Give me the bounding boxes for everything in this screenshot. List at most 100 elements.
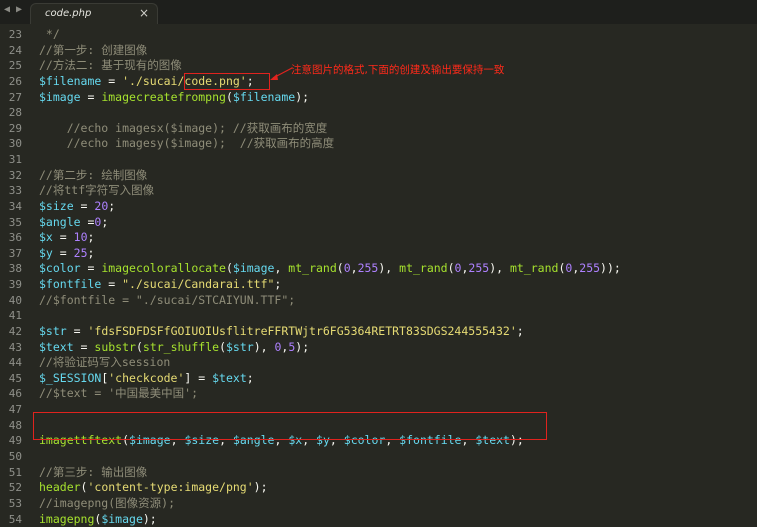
- code-token: //将验证码写入session: [39, 355, 171, 370]
- code-text: //echo imagesx($image); //获取画布的宽度: [39, 120, 328, 136]
- tab-bar: ◀ ▶ code.php ×: [0, 0, 757, 24]
- code-token: (: [447, 261, 455, 276]
- code-token: 255: [357, 261, 379, 276]
- code-text: //第一步: 创建图像: [39, 43, 147, 58]
- nav-back-icon[interactable]: ◀: [4, 4, 10, 15]
- code-token: =: [73, 339, 95, 354]
- code-token: mt_rand: [509, 261, 559, 276]
- nav-forward-icon[interactable]: ▶: [16, 4, 22, 15]
- code-token: 10: [73, 230, 88, 245]
- code-line: 46 //$text = '中国最美中国';: [0, 386, 757, 401]
- code-token: (: [336, 261, 344, 276]
- line-number: 40: [8, 293, 22, 307]
- line-number: 26: [8, 74, 22, 88]
- code-line: 24 //第一步: 创建图像: [0, 43, 757, 58]
- code-token: ,: [274, 261, 289, 276]
- code-token: 0: [343, 261, 351, 276]
- code-token: =: [101, 277, 123, 292]
- code-line: 32 //第二步: 绘制图像: [0, 168, 757, 183]
- code-text: */: [39, 27, 60, 42]
- code-token: 'checkcode': [108, 370, 185, 385]
- line-number: 41: [8, 309, 22, 323]
- code-line: 31: [0, 152, 757, 167]
- code-text: //$text = '中国最美中国';: [39, 386, 198, 401]
- code-token: =: [66, 323, 88, 338]
- code-text: $color = imagecolorallocate($image, mt_r…: [39, 261, 621, 276]
- code-token: $str: [39, 323, 67, 338]
- code-token: //$fontfile = "./sucai/STCAIYUN.TTF";: [39, 292, 296, 307]
- code-token: =: [101, 73, 123, 88]
- line-number: 49: [8, 434, 22, 448]
- line-number: 39: [8, 278, 22, 292]
- code-token: ;: [246, 370, 254, 385]
- code-token: //第二步: 绘制图像: [39, 167, 148, 182]
- code-token: $x: [39, 230, 53, 245]
- code-token: $image: [101, 511, 143, 526]
- line-number: 23: [8, 28, 22, 41]
- line-number: 38: [8, 262, 22, 276]
- line-number: 53: [8, 496, 22, 510]
- line-number: 46: [8, 387, 22, 401]
- code-token: mt_rand: [399, 261, 448, 276]
- code-text: //imagepng(图像资源);: [39, 496, 175, 511]
- code-token: */: [39, 27, 60, 41]
- code-token: //echo imagesx($image); //获取画布的宽度: [39, 120, 328, 135]
- line-number: 32: [8, 168, 22, 182]
- line-number: 27: [8, 90, 22, 104]
- code-text: $text = substr(str_shuffle($str), 0,5);: [39, 340, 309, 355]
- code-token: mt_rand: [288, 261, 337, 276]
- code-line: 44 //将验证码写入session: [0, 355, 757, 370]
- code-token: imagepng: [39, 511, 95, 526]
- code-line: 28: [0, 105, 757, 120]
- tab-code-php[interactable]: code.php ×: [30, 3, 158, 24]
- line-number: 35: [8, 215, 22, 229]
- code-line: 38 $color = imagecolorallocate($image, mt…: [0, 261, 757, 276]
- line-number: 54: [8, 512, 22, 526]
- code-text: //echo imagesy($image); //获取画布的高度: [39, 136, 334, 151]
- code-token: ;: [87, 230, 95, 245]
- code-line: 54 imagepng($image);: [0, 512, 757, 527]
- code-token: =: [80, 214, 95, 229]
- code-line: 36 $x = 10;: [0, 230, 757, 245]
- code-line: 40 //$fontfile = "./sucai/STCAIYUN.TTF";: [0, 293, 757, 308]
- code-token: ;: [274, 277, 282, 292]
- line-number: 52: [8, 481, 22, 495]
- code-line: 39 $fontfile = "./sucai/Candarai.ttf";: [0, 277, 757, 292]
- code-token: =: [80, 261, 102, 276]
- code-token: $filename: [39, 73, 102, 88]
- code-token: );: [295, 89, 310, 104]
- code-line: 29 //echo imagesx($image); //获取画布的宽度: [0, 121, 757, 136]
- code-token: //echo imagesy($image); //获取画布的高度: [39, 136, 335, 151]
- code-token: ,: [350, 261, 358, 276]
- close-icon[interactable]: ×: [139, 6, 149, 20]
- code-text: $y = 25;: [39, 246, 94, 261]
- line-number: 51: [8, 465, 22, 479]
- code-token: imagecolorallocate: [101, 261, 226, 276]
- code-line: 53 //imagepng(图像资源);: [0, 496, 757, 511]
- code-token: $text: [39, 339, 74, 354]
- code-token: substr: [94, 339, 136, 354]
- code-line: 42 $str = 'fdsFSDFDSFfGOIUOIUsflitreFFRTW…: [0, 324, 757, 339]
- code-token: ),: [378, 261, 400, 276]
- code-token: ;: [108, 198, 116, 213]
- code-line: 34 $size = 20;: [0, 199, 757, 214]
- line-number: 43: [8, 340, 22, 354]
- code-token: (: [94, 511, 102, 526]
- line-number: 30: [8, 137, 22, 151]
- code-token: 'content-type:image/png': [87, 480, 254, 495]
- code-token: //第一步: 创建图像: [39, 42, 148, 57]
- code-token: //imagepng(图像资源);: [39, 495, 176, 510]
- code-text: //方法二: 基于现有的图像: [39, 58, 182, 73]
- code-token: ),: [489, 261, 510, 276]
- code-text: $image = imagecreatefrompng($filename);: [39, 90, 309, 105]
- code-token: $image: [39, 89, 81, 104]
- line-number: 31: [8, 153, 22, 167]
- code-line: 41: [0, 308, 757, 323]
- code-text: //第二步: 绘制图像: [39, 168, 147, 183]
- code-token: $_SESSION: [39, 370, 102, 385]
- code-text: $x = 10;: [39, 230, 94, 245]
- code-text: header('content-type:image/png');: [39, 480, 268, 495]
- code-token: $fontfile: [39, 277, 102, 292]
- code-token: 'fdsFSDFDSFfGOIUOIUsflitreFFRTWjtr6FG536…: [87, 323, 517, 338]
- code-line: 43 $text = substr(str_shuffle($str), 0,5)…: [0, 340, 757, 355]
